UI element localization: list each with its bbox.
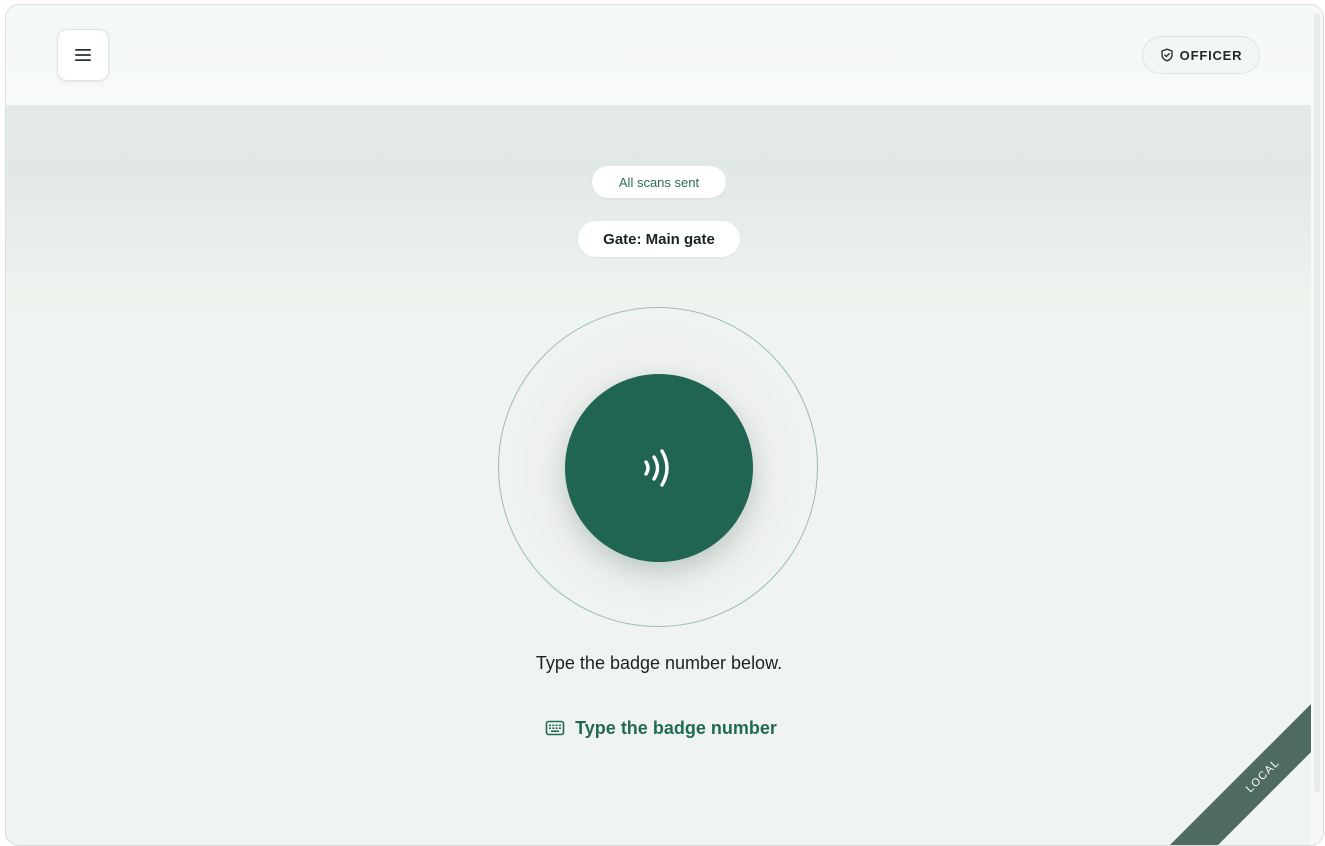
role-label: OFFICER — [1179, 47, 1243, 63]
shield-check-icon — [1160, 48, 1173, 62]
environment-ribbon: LOCAL — [1169, 682, 1323, 845]
keyboard-icon — [545, 720, 565, 736]
scan-instruction: Type the badge number below. — [535, 653, 783, 673]
manual-entry-label: Type the badge number — [575, 717, 777, 738]
sync-status-badge: All scans sent — [592, 166, 726, 198]
menu-button[interactable] — [57, 29, 109, 81]
gate-label: Gate: Main gate — [603, 230, 715, 248]
scrollbar-thumb[interactable] — [1314, 13, 1320, 793]
manual-entry-link[interactable]: Type the badge number — [526, 713, 796, 743]
hamburger-menu-icon — [75, 49, 91, 61]
gate-badge[interactable]: Gate: Main gate — [578, 221, 740, 257]
environment-label: LOCAL — [1243, 756, 1283, 796]
scrollbar[interactable] — [1311, 5, 1323, 845]
app-window: OFFICER All scans sent Gate: Main gate T… — [5, 4, 1324, 846]
top-bar: OFFICER — [6, 5, 1311, 106]
role-badge[interactable]: OFFICER — [1142, 36, 1260, 74]
scan-button[interactable] — [565, 374, 753, 562]
contactless-nfc-icon — [644, 449, 669, 487]
sync-status-label: All scans sent — [618, 174, 700, 190]
